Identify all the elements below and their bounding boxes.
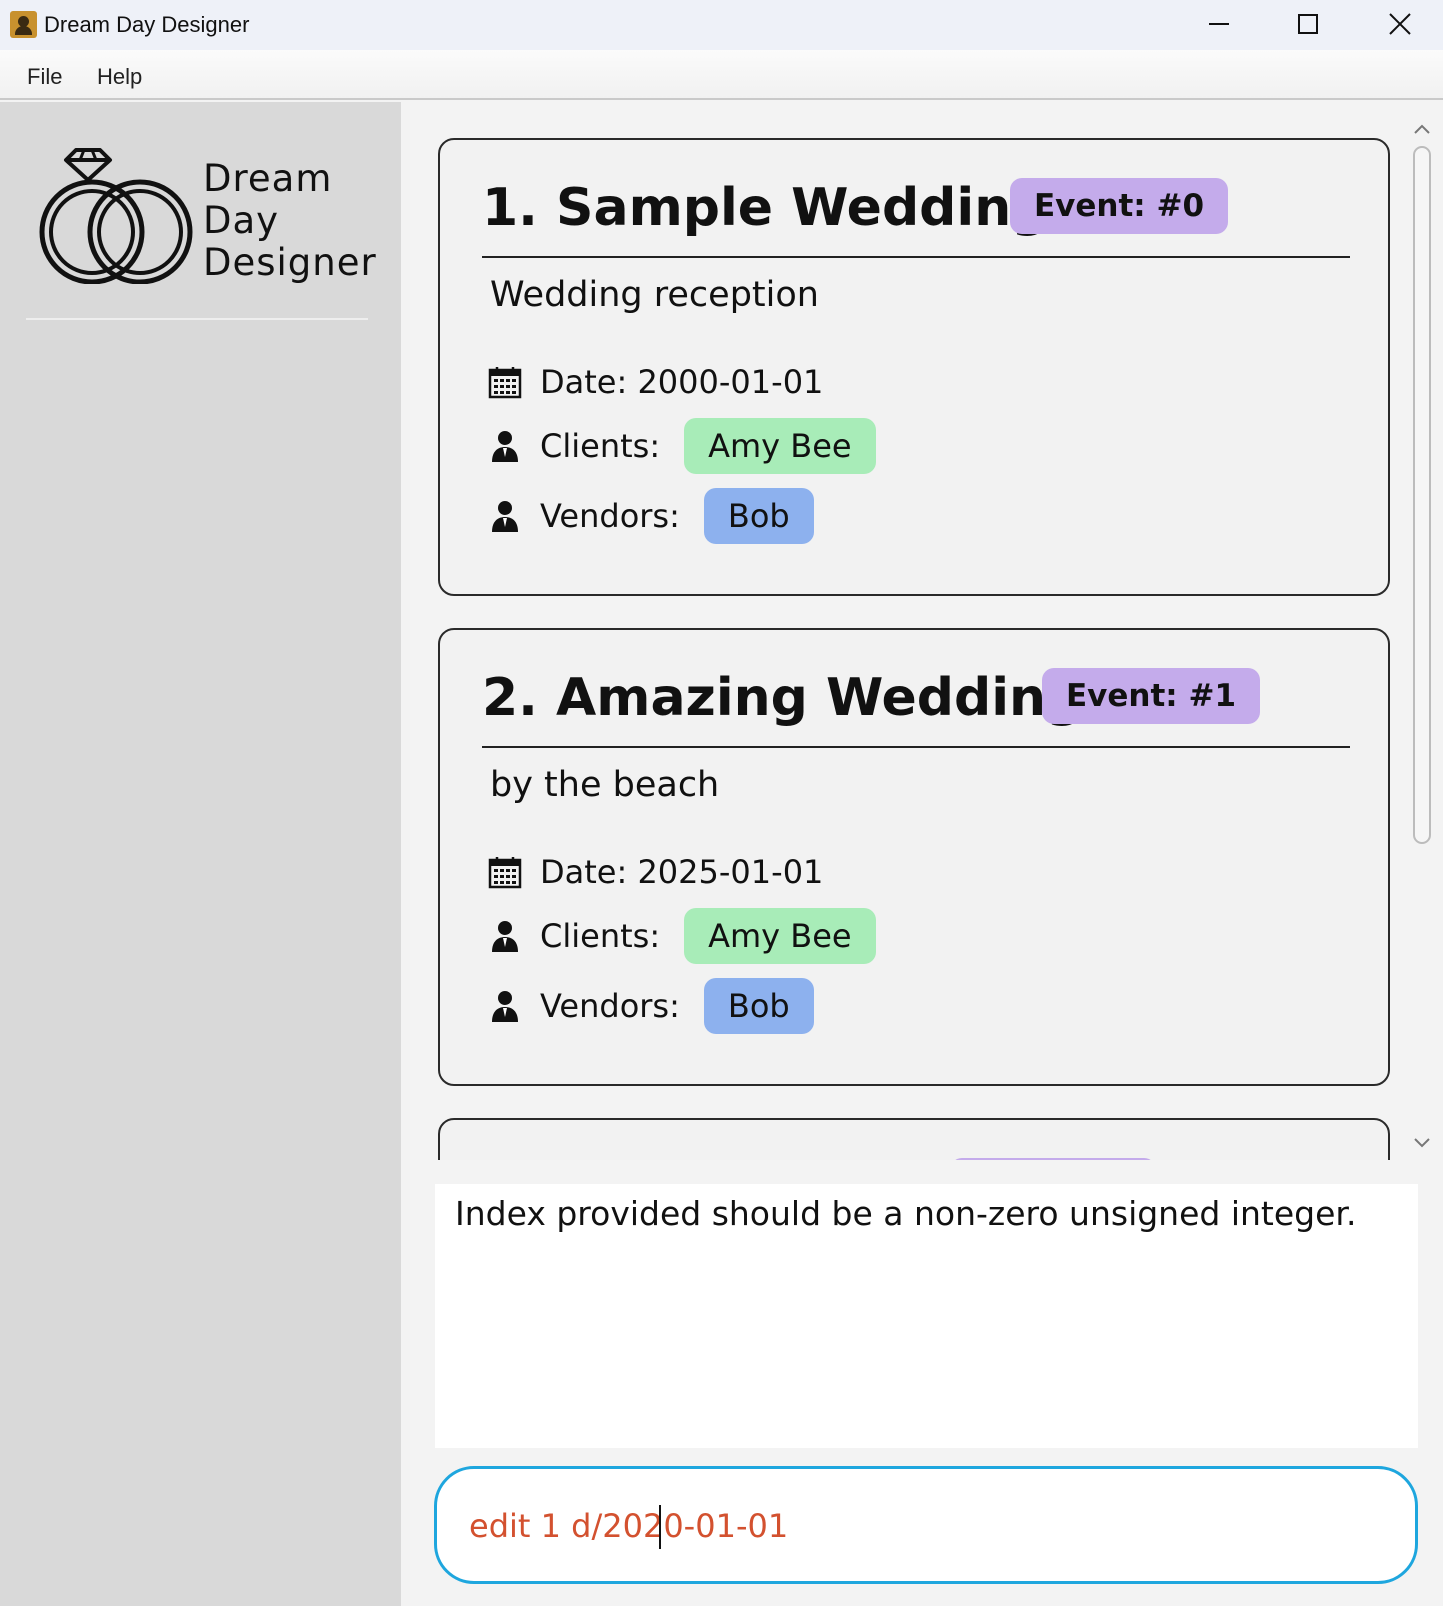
- vendors-row: Vendors: Bob: [488, 978, 814, 1034]
- clients-label: Clients:: [540, 917, 661, 955]
- event-card[interactable]: 1. Sample Wedding Event: #0 Wedding rece…: [438, 138, 1390, 596]
- maximize-icon: [1298, 14, 1318, 34]
- event-card[interactable]: [438, 1118, 1390, 1160]
- event-list-scrollbar[interactable]: [1409, 118, 1435, 1158]
- logo-line-2: Day: [203, 199, 280, 242]
- vendor-chip[interactable]: Bob: [703, 488, 814, 544]
- event-date: Date: 2025-01-01: [540, 853, 824, 891]
- event-list[interactable]: 1. Sample Wedding Event: #0 Wedding rece…: [401, 102, 1443, 1160]
- event-title: 1. Sample Wedding: [482, 178, 1049, 238]
- result-message: Index provided should be a non-zero unsi…: [455, 1194, 1357, 1233]
- scroll-up-arrow[interactable]: [1413, 122, 1431, 136]
- clients-row: Clients: Amy Bee: [488, 418, 876, 474]
- client-chip[interactable]: Amy Bee: [684, 908, 876, 964]
- menu-file[interactable]: File: [27, 64, 62, 90]
- clients-label: Clients:: [540, 427, 661, 465]
- vendors-label: Vendors:: [540, 497, 680, 535]
- client-chip[interactable]: Amy Bee: [684, 418, 876, 474]
- close-icon: [1389, 13, 1411, 35]
- vendor-chip[interactable]: Bob: [703, 978, 814, 1034]
- chevron-up-icon: [1414, 124, 1430, 134]
- event-id-badge: [950, 1158, 1156, 1160]
- scroll-down-arrow[interactable]: [1413, 1136, 1431, 1150]
- event-title: 2. Amazing Wedding: [482, 668, 1084, 728]
- close-button[interactable]: [1370, 0, 1430, 48]
- person-icon: [488, 989, 522, 1023]
- vendors-label: Vendors:: [540, 987, 680, 1025]
- minimize-icon: [1209, 23, 1229, 25]
- title-bar: Dream Day Designer: [0, 0, 1443, 50]
- text-caret: [659, 1505, 661, 1549]
- wedding-rings-icon: [39, 148, 193, 284]
- person-icon: [488, 429, 522, 463]
- event-card[interactable]: 2. Amazing Wedding Event: #1 by the beac…: [438, 628, 1390, 1086]
- person-icon: [488, 499, 522, 533]
- logo-line-3: Designer: [203, 241, 377, 284]
- logo-text: Dream Day Designer: [203, 158, 377, 284]
- event-id-badge: Event: #0: [1010, 178, 1229, 234]
- app-icon: [10, 11, 37, 38]
- menu-bar: File Help: [0, 50, 1443, 100]
- result-display: Index provided should be a non-zero unsi…: [435, 1184, 1418, 1448]
- event-description: Wedding reception: [490, 275, 819, 315]
- logo-line-1: Dream: [203, 157, 333, 200]
- window-title: Dream Day Designer: [44, 12, 250, 37]
- calendar-icon: [488, 855, 522, 889]
- command-text[interactable]: edit 1 d/2020-01-01: [469, 1507, 788, 1545]
- card-divider: [482, 256, 1350, 258]
- clients-row: Clients: Amy Bee: [488, 908, 876, 964]
- minimize-button[interactable]: [1189, 0, 1249, 48]
- event-description: by the beach: [490, 765, 720, 805]
- scroll-thumb[interactable]: [1413, 146, 1431, 844]
- sidebar-divider: [26, 318, 368, 320]
- vendors-row: Vendors: Bob: [488, 488, 814, 544]
- event-date-row: Date: 2000-01-01: [488, 354, 847, 410]
- event-date-row: Date: 2025-01-01: [488, 844, 847, 900]
- event-date: Date: 2000-01-01: [540, 363, 824, 401]
- card-divider: [482, 746, 1350, 748]
- chevron-down-icon: [1414, 1138, 1430, 1148]
- command-input[interactable]: edit 1 d/2020-01-01: [434, 1466, 1418, 1584]
- menu-help[interactable]: Help: [97, 64, 142, 90]
- maximize-button[interactable]: [1278, 0, 1338, 48]
- calendar-icon: [488, 365, 522, 399]
- sidebar: Dream Day Designer: [0, 102, 401, 1606]
- event-id-badge: Event: #1: [1042, 668, 1261, 724]
- person-icon: [488, 919, 522, 953]
